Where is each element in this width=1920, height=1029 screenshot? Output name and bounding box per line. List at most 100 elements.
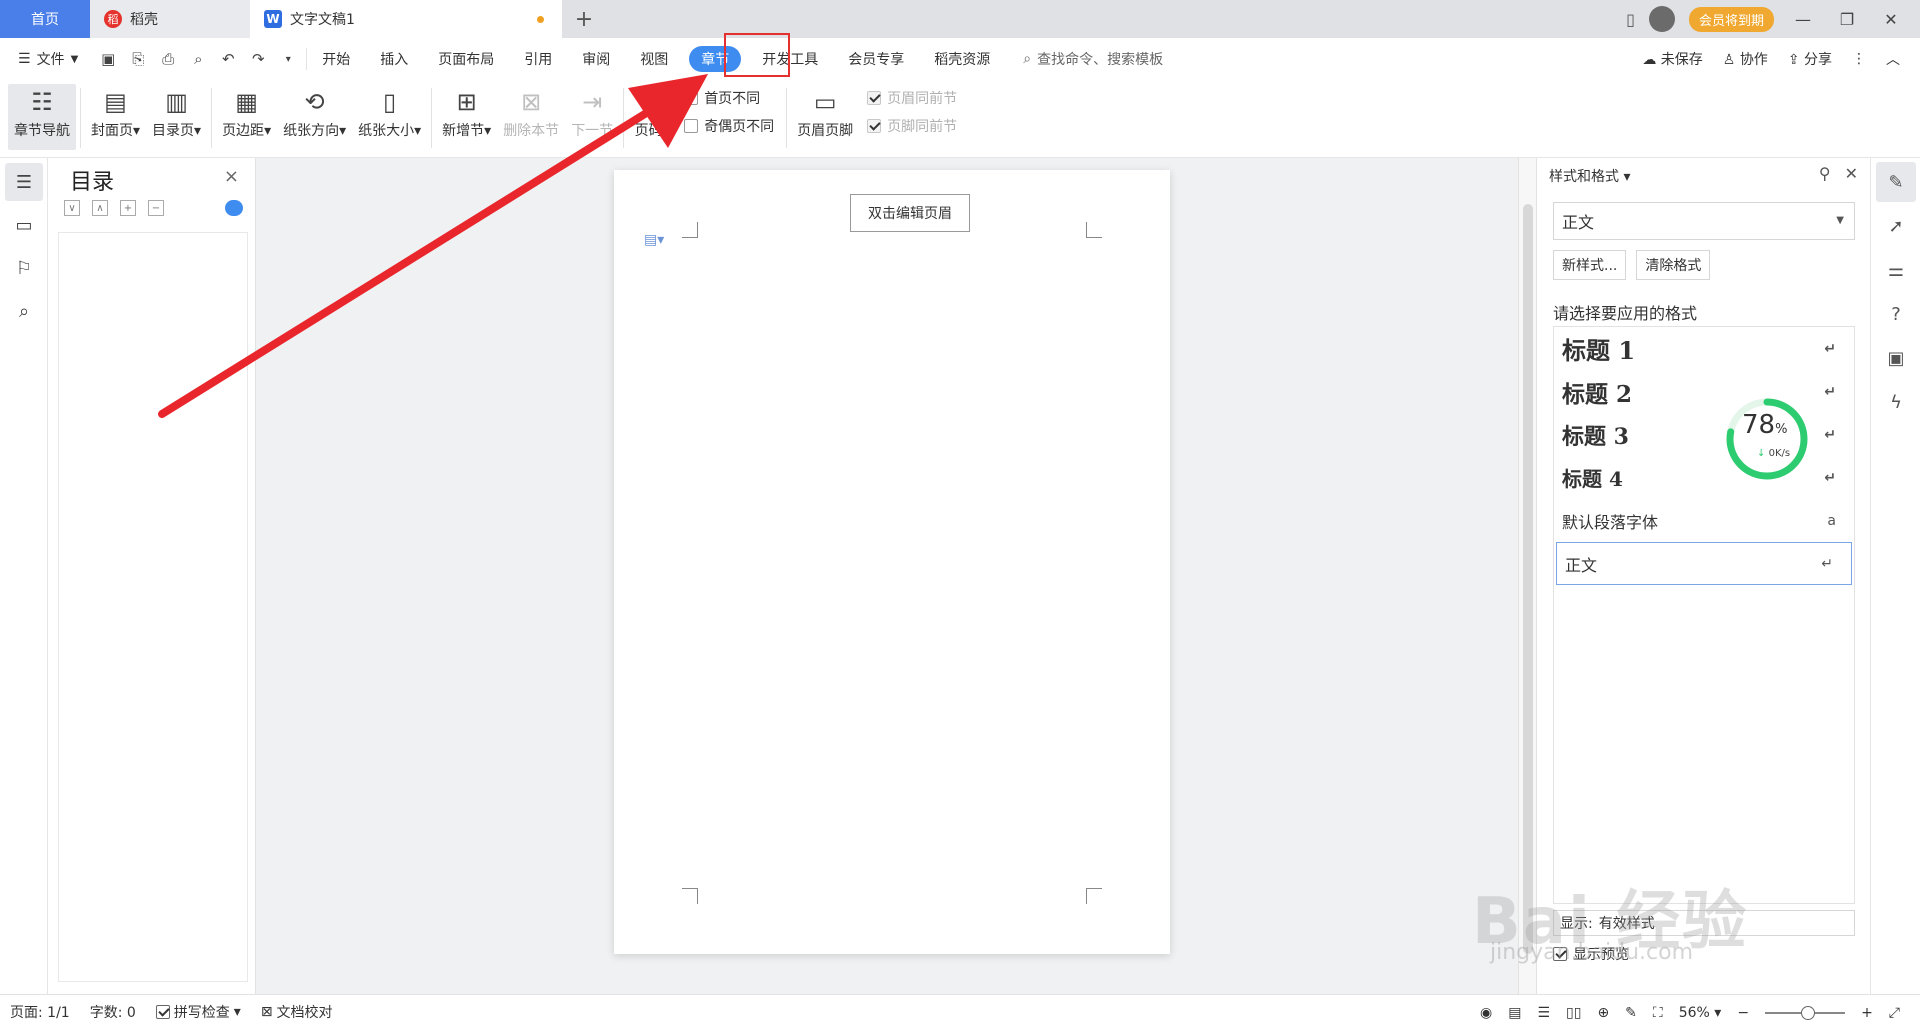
fit-page-icon[interactable]: ⛶ [1653, 1005, 1663, 1021]
margin-corner-bottom-left [682, 888, 698, 904]
fullscreen-icon[interactable]: ⤢ [1889, 1005, 1900, 1021]
page-number-button[interactable]: # 页码▾ [628, 84, 676, 150]
cover-page-button[interactable]: ▤ 封面页▾ [85, 84, 146, 150]
section-nav-button[interactable]: ☷ 章节导航 [8, 84, 76, 150]
avatar[interactable] [1648, 6, 1675, 32]
writer-logo-icon: W [264, 10, 282, 28]
toc-list [58, 232, 248, 982]
adjust-sliders-icon[interactable]: ⚌ [1876, 250, 1916, 290]
toc-smart-icon[interactable] [225, 200, 243, 216]
vip-expiry-badge[interactable]: 会员将到期 [1688, 6, 1774, 32]
redo-icon[interactable]: ↷ [246, 50, 270, 68]
menu-page-layout[interactable]: 页面布局 [423, 46, 509, 72]
select-cursor-icon[interactable]: ➚ [1876, 206, 1916, 246]
toc-close-button[interactable]: × [224, 166, 239, 187]
collab-button[interactable]: ♙ 协作 [1723, 49, 1768, 69]
restore-button[interactable]: ❐ [1832, 10, 1862, 29]
eye-protection-icon[interactable]: ◉ [1480, 1005, 1492, 1021]
write-mode-icon[interactable]: ✎ [1625, 1005, 1637, 1021]
paragraph-handle-icon[interactable]: ▤▾ [644, 232, 664, 248]
save-icon[interactable]: ▣ [96, 50, 120, 68]
clear-format-button[interactable]: 清除格式 [1636, 250, 1711, 280]
first-page-different-checkbox[interactable]: 首页不同 [684, 88, 774, 108]
pin-icon[interactable]: ⚲ [1819, 164, 1831, 183]
zoom-in-button[interactable]: + [1861, 1005, 1873, 1021]
menu-view[interactable]: 视图 [625, 46, 683, 72]
share-button[interactable]: ⇪ 分享 [1788, 49, 1832, 69]
page-counter[interactable]: 页面: 1/1 [0, 1002, 80, 1022]
image-edit-icon[interactable]: ▣ [1876, 338, 1916, 378]
spell-check-button[interactable]: 拼写检查 ▾ [146, 1002, 251, 1022]
style-pen-icon[interactable]: ✎ [1876, 162, 1916, 202]
zoom-slider-knob[interactable] [1801, 1005, 1816, 1020]
file-menu-button[interactable]: ☰ 文件 ▼ [0, 49, 90, 69]
lightning-icon[interactable]: ϟ [1876, 382, 1916, 422]
customize-toolbar-icon[interactable]: ▾ [276, 54, 300, 65]
new-style-button[interactable]: 新样式... [1553, 250, 1627, 280]
paper-size-button[interactable]: ▯ 纸张大小▾ [352, 84, 427, 150]
print-icon[interactable]: ⎙ [156, 50, 180, 68]
page-view-icon[interactable]: ▤ [1508, 1005, 1521, 1021]
reading-view-icon[interactable]: ▯▯ [1566, 1005, 1581, 1021]
new-section-button[interactable]: ⊞ 新增节▾ [436, 84, 497, 150]
zoom-level[interactable]: 56% ▾ [1679, 1005, 1722, 1021]
section-panel-icon[interactable]: ▭ [5, 206, 43, 244]
tab-daoke[interactable]: 稻 稻壳 [90, 0, 250, 38]
close-window-button[interactable]: ✕ [1876, 10, 1906, 29]
style-item-body[interactable]: 正文 ↵ [1556, 542, 1852, 585]
odd-even-different-checkbox[interactable]: 奇偶页不同 [684, 116, 774, 136]
help-icon[interactable]: ? [1876, 294, 1916, 334]
header-footer-button[interactable]: ▭ 页眉页脚 [791, 84, 859, 150]
toc-page-button[interactable]: ▥ 目录页▾ [146, 84, 207, 150]
web-view-icon[interactable]: ⊕ [1597, 1005, 1609, 1021]
menu-insert[interactable]: 插入 [365, 46, 423, 72]
tab-home[interactable]: 首页 [0, 0, 90, 38]
more-icon[interactable]: ⋮ [1852, 51, 1866, 67]
add-level-icon[interactable]: + [120, 200, 136, 216]
layout-icon[interactable]: ▯ [1626, 10, 1635, 29]
zoom-out-button[interactable]: − [1737, 1005, 1749, 1021]
print-preview-icon[interactable]: ⌕ [186, 50, 210, 68]
unsaved-cloud-button[interactable]: ☁ 未保存 [1642, 49, 1702, 69]
menu-daoke-resources[interactable]: 稻壳资源 [919, 46, 1005, 72]
proofread-button[interactable]: ⊠ 文档校对 [251, 1002, 343, 1022]
undo-icon[interactable]: ↶ [216, 50, 240, 68]
menu-start[interactable]: 开始 [307, 46, 365, 72]
scrollbar-thumb[interactable] [1523, 204, 1533, 954]
menu-review[interactable]: 审阅 [567, 46, 625, 72]
collapse-icon[interactable]: ∧ [92, 200, 108, 216]
margin-button[interactable]: ▦ 页边距▾ [216, 84, 277, 150]
delete-section-button[interactable]: ⊠ 删除本节 [497, 84, 565, 150]
remove-level-icon[interactable]: − [148, 200, 164, 216]
document-page[interactable]: 双击编辑页眉 ▤▾ [614, 170, 1170, 954]
command-search[interactable]: ⌕ 查找命令、搜索模板 [1023, 49, 1163, 69]
header-same-as-previous-checkbox[interactable]: 页眉同前节 [867, 88, 957, 108]
close-icon[interactable]: ✕ [1845, 164, 1858, 183]
styles-panel-title[interactable]: 样式和格式 ▾ [1549, 166, 1630, 186]
footer-same-as-previous-checkbox[interactable]: 页脚同前节 [867, 116, 957, 136]
export-pdf-icon[interactable]: ⎘ [126, 50, 150, 68]
style-item-heading-1[interactable]: 标题 1 ↵ [1554, 327, 1854, 370]
toc-page-icon: ▥ [165, 88, 188, 116]
outline-view-icon[interactable]: ☰ [1537, 1005, 1550, 1021]
collapse-ribbon-icon[interactable]: ︿ [1886, 49, 1900, 69]
zoom-slider[interactable] [1765, 1005, 1846, 1020]
find-icon[interactable]: ⌕ [5, 292, 43, 330]
current-style-select[interactable]: 正文 ▼ [1553, 202, 1855, 240]
margin-icon: ▦ [235, 88, 258, 116]
document-canvas[interactable]: 双击编辑页眉 ▤▾ [256, 158, 1518, 994]
menu-member[interactable]: 会员专享 [833, 46, 919, 72]
link-previous-options: 页眉同前节 页脚同前节 [859, 84, 965, 140]
toc-panel-icon[interactable]: ☰ [5, 163, 43, 201]
menu-references[interactable]: 引用 [509, 46, 567, 72]
add-tab-button[interactable]: + [562, 0, 606, 38]
next-section-button[interactable]: ⇥ 下一节 [565, 84, 619, 150]
expand-icon[interactable]: ∨ [64, 200, 80, 216]
word-count[interactable]: 字数: 0 [80, 1002, 146, 1022]
vertical-scrollbar[interactable] [1518, 158, 1536, 994]
tab-document[interactable]: W 文字文稿1 [250, 0, 562, 38]
bookmark-icon[interactable]: ⚐ [5, 249, 43, 287]
style-item-default-font[interactable]: 默认段落字体 a [1554, 499, 1854, 542]
minimize-button[interactable]: — [1788, 10, 1818, 29]
orientation-button[interactable]: ⟲ 纸张方向▾ [277, 84, 352, 150]
